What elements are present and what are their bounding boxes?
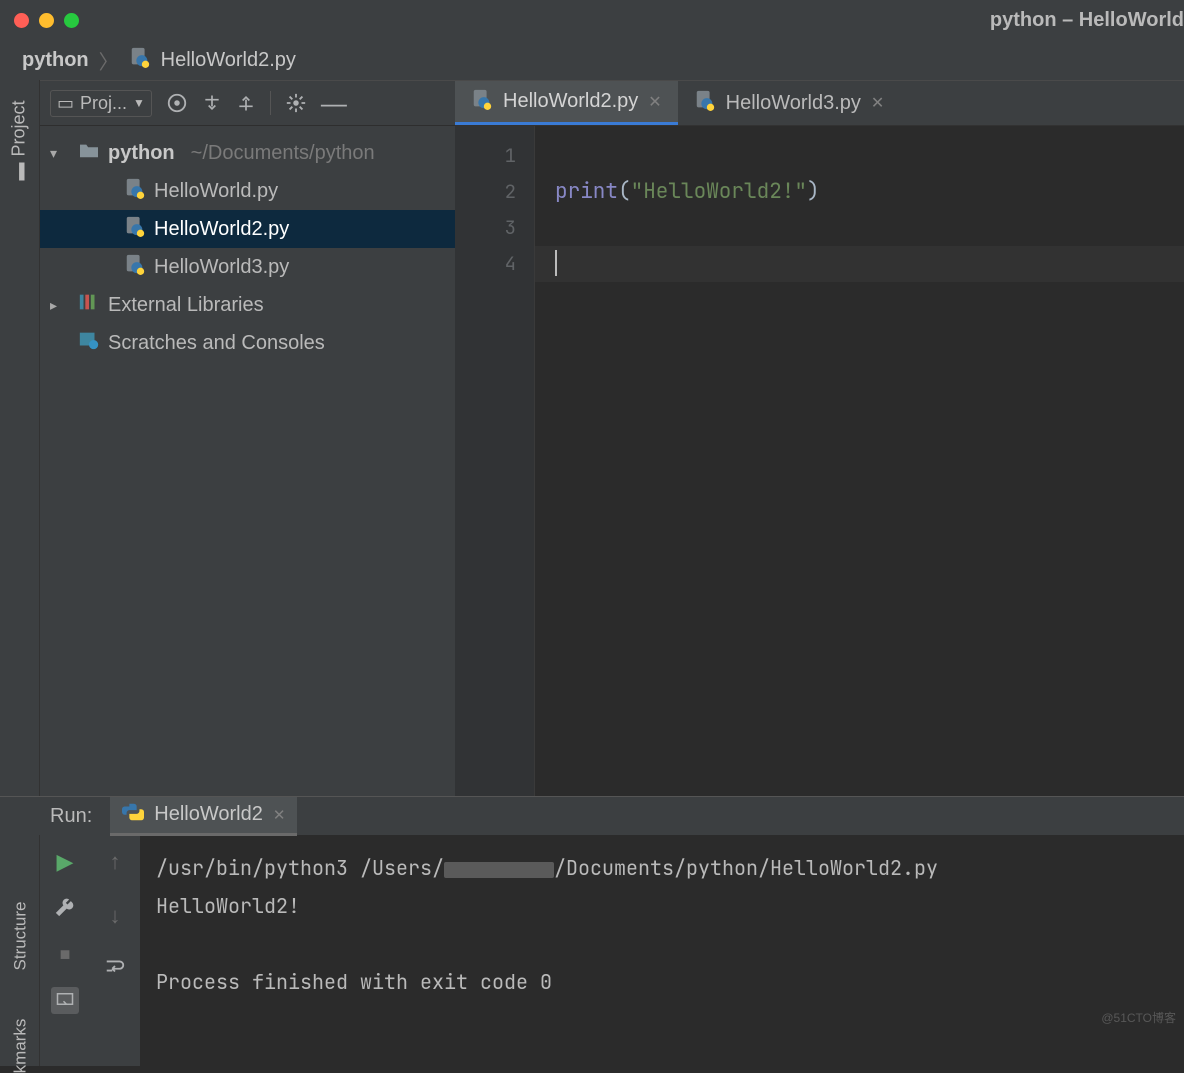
python-file-icon: [471, 88, 493, 116]
console-output[interactable]: /usr/bin/python3 /Users//Documents/pytho…: [140, 835, 1184, 1066]
code-editor[interactable]: print("HelloWorld2!"): [535, 126, 1184, 796]
console-line: Process finished with exit code 0: [156, 963, 1168, 1001]
chevron-down-icon: ▼: [133, 96, 145, 110]
wrench-icon[interactable]: [55, 897, 75, 922]
console-line: HelloWorld2!: [156, 887, 1168, 925]
project-tree: ▾ python ~/Documents/python HelloWorld.p…: [40, 126, 455, 370]
window-controls: [14, 13, 79, 28]
expand-all-icon[interactable]: [202, 93, 222, 113]
python-file-icon: [124, 177, 146, 205]
console-line: /usr/bin/python3 /Users//Documents/pytho…: [156, 849, 1168, 887]
run-panel-header: Run: HelloWorld2 ✕: [0, 797, 1184, 835]
chevron-down-icon: ▾: [50, 145, 70, 162]
arrow-down-icon[interactable]: ↓: [110, 903, 121, 929]
run-left-rail: Structure kmarks: [0, 835, 40, 1066]
run-nav-column: ↑ ↓: [90, 835, 140, 1066]
watermark: @51CTO博客: [1101, 1009, 1176, 1026]
window-title: python – HelloWorld: [990, 9, 1184, 32]
python-file-icon: [129, 46, 151, 74]
tree-scratches[interactable]: Scratches and Consoles: [40, 324, 455, 362]
folder-icon: ▬: [9, 163, 30, 181]
python-icon: [122, 801, 144, 829]
run-icon[interactable]: ▶: [57, 849, 74, 875]
close-tab-icon[interactable]: ✕: [648, 92, 661, 112]
minimize-window-button[interactable]: [39, 13, 54, 28]
main-area: ▬ Project ▭ Proj... ▼: [0, 80, 1184, 796]
python-file-icon: [124, 253, 146, 281]
library-icon: [78, 292, 100, 318]
soft-wrap-icon[interactable]: [104, 957, 126, 980]
python-file-icon: [124, 215, 146, 243]
breadcrumb-separator-icon: 〉: [99, 46, 119, 75]
breadcrumb-file[interactable]: HelloWorld2.py: [161, 49, 296, 72]
left-tool-rail: ▬ Project: [0, 80, 40, 796]
close-tab-icon[interactable]: ✕: [871, 93, 884, 113]
project-panel-header: ▭ Proj... ▼ —: [40, 80, 455, 126]
title-bar: python – HelloWorld: [0, 0, 1184, 40]
run-config-tab[interactable]: HelloWorld2 ✕: [110, 797, 297, 836]
editor-body[interactable]: 1 2 3 4 print("HelloWorld2!"): [455, 126, 1184, 796]
breadcrumb-root[interactable]: python: [22, 49, 89, 72]
run-panel: Run: HelloWorld2 ✕ Structure kmarks ▶ ■: [0, 796, 1184, 1066]
bookmarks-tool-tab[interactable]: kmarks: [10, 1019, 30, 1073]
scratches-icon: [78, 330, 100, 356]
close-window-button[interactable]: [14, 13, 29, 28]
select-opened-file-icon[interactable]: [166, 92, 188, 114]
project-panel: ▭ Proj... ▼ —: [40, 80, 455, 796]
tree-external-libraries[interactable]: ▸ External Libraries: [40, 286, 455, 324]
project-tool-tab[interactable]: ▬ Project: [9, 100, 30, 180]
arrow-up-icon[interactable]: ↑: [110, 849, 121, 875]
stop-icon[interactable]: ■: [60, 944, 71, 965]
editor-tab[interactable]: HelloWorld2.py ✕: [455, 81, 678, 125]
chevron-right-icon: ▸: [50, 297, 70, 314]
breadcrumb: python 〉 HelloWorld2.py: [0, 40, 1184, 80]
maximize-window-button[interactable]: [64, 13, 79, 28]
layout-icon[interactable]: [51, 987, 79, 1014]
editor-area: HelloWorld2.py ✕ HelloWorld3.py ✕ 1 2 3 …: [455, 80, 1184, 796]
collapse-all-icon[interactable]: [236, 93, 256, 113]
run-tool-column: ▶ ■: [40, 835, 90, 1066]
project-view-selector[interactable]: ▭ Proj... ▼: [50, 90, 152, 117]
redacted-text: [444, 862, 554, 878]
line-gutter: 1 2 3 4: [455, 126, 535, 796]
text-caret: [555, 250, 557, 276]
editor-tab[interactable]: HelloWorld3.py ✕: [678, 81, 901, 125]
hide-panel-icon[interactable]: —: [321, 88, 347, 119]
run-label: Run:: [50, 805, 92, 828]
tree-file-item[interactable]: HelloWorld3.py: [40, 248, 455, 286]
close-tab-icon[interactable]: ✕: [273, 806, 286, 824]
folder-icon: [78, 141, 100, 165]
tree-project-root[interactable]: ▾ python ~/Documents/python: [40, 134, 455, 172]
gear-icon[interactable]: [285, 92, 307, 114]
tree-file-item[interactable]: HelloWorld.py: [40, 172, 455, 210]
separator: [270, 91, 271, 115]
run-panel-body: Structure kmarks ▶ ■ ↑ ↓ /usr/bin/python…: [0, 835, 1184, 1066]
python-file-icon: [694, 89, 716, 117]
window-icon: ▭: [57, 93, 74, 114]
structure-tool-tab[interactable]: Structure: [10, 902, 30, 971]
editor-tabs: HelloWorld2.py ✕ HelloWorld3.py ✕: [455, 80, 1184, 126]
tree-file-item[interactable]: HelloWorld2.py: [40, 210, 455, 248]
